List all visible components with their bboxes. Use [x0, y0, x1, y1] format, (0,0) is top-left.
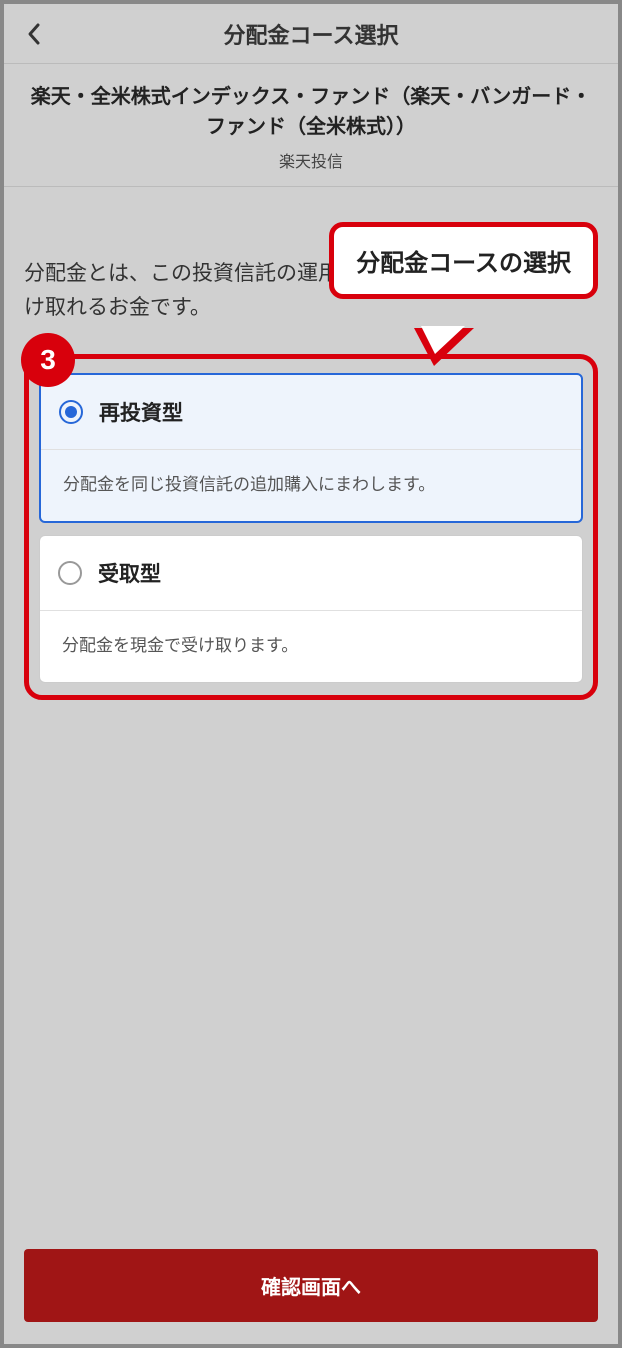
back-button[interactable]: [19, 19, 49, 49]
fund-info: 楽天・全米株式インデックス・ファンド（楽天・バンガード・ファンド（全米株式）） …: [4, 64, 618, 187]
callout-text: 分配金コースの選択: [356, 250, 571, 277]
option-receive[interactable]: 受取型 分配金を現金で受け取ります。: [39, 535, 583, 683]
option-reinvest[interactable]: 再投資型 分配金を同じ投資信託の追加購入にまわします。: [39, 373, 583, 523]
option-header: 再投資型: [41, 375, 581, 450]
confirm-button[interactable]: 確認画面へ: [24, 1249, 598, 1322]
radio-icon: [58, 561, 82, 585]
option-header: 受取型: [40, 536, 582, 611]
fund-company: 楽天投信: [24, 148, 598, 172]
option-desc: 分配金を現金で受け取ります。: [40, 611, 582, 682]
option-title: 再投資型: [99, 397, 183, 427]
chevron-left-icon: [26, 22, 42, 46]
footer: 確認画面へ: [4, 1231, 618, 1344]
radio-icon: [59, 400, 83, 424]
option-desc: 分配金を同じ投資信託の追加購入にまわします。: [41, 450, 581, 521]
option-title: 受取型: [98, 558, 161, 588]
fund-name: 楽天・全米株式インデックス・ファンド（楽天・バンガード・ファンド（全米株式））: [24, 82, 598, 142]
header: 分配金コース選択: [4, 4, 618, 64]
options-container: 3 再投資型 分配金を同じ投資信託の追加購入にまわします。 受取型 分配金を現金…: [24, 354, 598, 700]
page-title: 分配金コース選択: [224, 18, 399, 50]
step-badge: 3: [21, 333, 75, 387]
callout-bubble: 分配金コースの選択: [329, 222, 598, 299]
